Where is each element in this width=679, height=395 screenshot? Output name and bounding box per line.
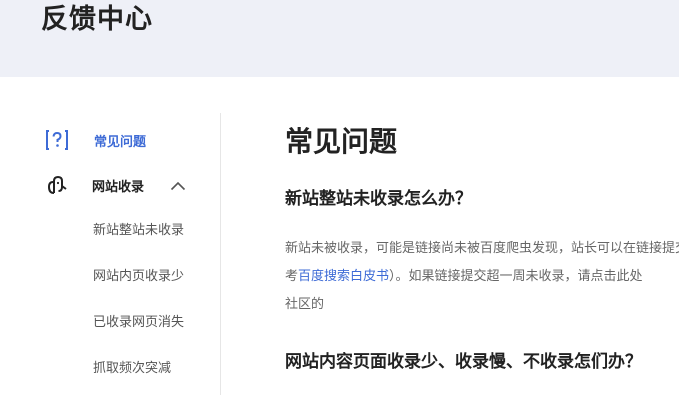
sidebar-subitem-few-pages[interactable]: 网站内页收录少 — [93, 268, 184, 286]
sidebar-item-faq-label: 常见问题 — [94, 134, 147, 150]
answer-text-suffix: ）。如果链接提交超一周未收录，请点击此处 — [389, 269, 643, 284]
question-title: 网站内容页面收录少、收录慢、不收录怎们办？ — [285, 352, 642, 372]
sidebar-item-index[interactable]: 网站收录 — [46, 171, 186, 199]
sidebar-subitem-new-site[interactable]: 新站整站未收录 — [93, 222, 184, 240]
whitepaper-link[interactable]: 百度搜索白皮书 — [298, 269, 389, 284]
chevron-up-icon[interactable] — [170, 177, 186, 191]
spider-icon — [46, 174, 68, 196]
question-mark-icon — [46, 129, 68, 151]
sidebar-subitem-pages-lost[interactable]: 已收录网页消失 — [93, 314, 184, 332]
sidebar-divider — [220, 113, 221, 395]
answer-text: 新站未被收录，可能是链接尚未被百度爬虫发现，站长可以在链接提交 — [285, 241, 679, 256]
page-header-title: 反馈中心 — [41, 4, 153, 35]
question-title: 新站整站未收录怎么办？ — [285, 189, 472, 209]
main-title: 常见问题 — [285, 125, 398, 158]
answer-text-prefix: 考 — [285, 269, 299, 284]
sidebar-item-index-label: 网站收录 — [92, 179, 145, 195]
sidebar-subitem-crawl-drop[interactable]: 抓取频次突减 — [93, 360, 171, 378]
answer-text: 考百度搜索白皮书）。如果链接提交超一周未收录，请点击此处 — [285, 268, 679, 286]
sidebar-item-faq[interactable]: 常见问题 — [46, 126, 146, 154]
answer-text: 社区的 — [285, 297, 325, 312]
page-header: 反馈中心 — [0, 0, 679, 77]
